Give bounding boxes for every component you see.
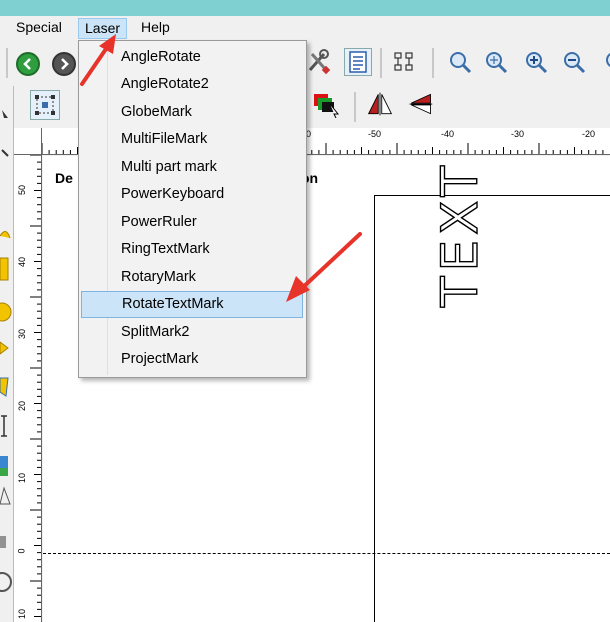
laser-menu-dropdown: AngleRotate AngleRotate2 GlobeMark Multi… bbox=[78, 40, 307, 378]
menu-item-rotarymark[interactable]: RotaryMark bbox=[81, 264, 303, 291]
hatch-tool-icon[interactable] bbox=[0, 536, 6, 548]
wrench-screwdriver-icon bbox=[308, 49, 331, 75]
zoom-out-icon bbox=[564, 52, 586, 74]
hruler-label: -40 bbox=[441, 129, 455, 139]
color-layer-button[interactable] bbox=[312, 90, 340, 118]
mirror-horizontal-button[interactable] bbox=[366, 90, 394, 118]
star-tool-icon[interactable] bbox=[0, 377, 9, 397]
window-title-strip bbox=[0, 0, 610, 16]
text-tool-icon[interactable] bbox=[1, 415, 7, 437]
vruler-label: 0 bbox=[16, 548, 27, 554]
hruler-label: -20 bbox=[582, 129, 596, 139]
back-button[interactable] bbox=[14, 50, 42, 78]
timer-tool-icon[interactable] bbox=[0, 572, 12, 592]
menu-item-splitmark2[interactable]: SplitMark2 bbox=[81, 319, 303, 346]
image-tool-icon[interactable] bbox=[0, 456, 8, 476]
menu-item-rotatetextmark[interactable]: RotateTextMark bbox=[81, 291, 303, 318]
menu-item-multifilemark[interactable]: MultiFileMark bbox=[81, 126, 303, 153]
vruler-label: 10 bbox=[17, 608, 28, 620]
vruler-label: 10 bbox=[17, 472, 28, 484]
arrow-left-icon bbox=[16, 52, 40, 76]
pointer-tool-icon[interactable] bbox=[2, 110, 8, 118]
polygon-tool-icon[interactable] bbox=[0, 341, 9, 355]
menu-item-projectmark[interactable]: ProjectMark bbox=[81, 346, 303, 373]
magnifier-partial-icon bbox=[606, 53, 610, 67]
zoom-fit-icon bbox=[486, 52, 508, 74]
rectangle-tool-icon[interactable] bbox=[0, 257, 9, 281]
hruler-label: -50 bbox=[368, 129, 382, 139]
work-area-rectangle[interactable] bbox=[374, 195, 610, 622]
list-view-button[interactable] bbox=[344, 48, 372, 76]
menu-help[interactable]: Help bbox=[135, 18, 176, 39]
zoom-button[interactable] bbox=[446, 48, 474, 76]
menu-item-globemark[interactable]: GlobeMark bbox=[81, 99, 303, 126]
toolbar-separator bbox=[354, 92, 356, 122]
hruler-label: -30 bbox=[511, 129, 525, 139]
toolbar-separator bbox=[6, 48, 8, 78]
vertical-ruler: 50 40 30 20 10 0 10 bbox=[14, 155, 42, 622]
tools-button[interactable] bbox=[304, 48, 332, 76]
node-tool-icon[interactable] bbox=[1, 149, 9, 157]
menu-special[interactable]: Special bbox=[10, 18, 68, 39]
curve-tool-icon[interactable] bbox=[0, 231, 11, 239]
menu-item-multi-part-mark[interactable]: Multi part mark bbox=[81, 154, 303, 181]
hierarchy-icon bbox=[394, 52, 413, 71]
menu-item-powerkeyboard[interactable]: PowerKeyboard bbox=[81, 181, 303, 208]
annotation-arrow-to-laser-menu bbox=[80, 34, 116, 86]
layer-color-icon bbox=[314, 94, 340, 118]
toolbar-separator bbox=[432, 48, 434, 78]
ruler-corner bbox=[14, 128, 42, 155]
circle-tool-icon[interactable] bbox=[0, 302, 12, 322]
zoom-fit-button[interactable] bbox=[482, 48, 510, 76]
toolbar-separator bbox=[380, 48, 382, 78]
center-guide-line bbox=[43, 553, 610, 554]
vruler-label: 30 bbox=[17, 328, 28, 340]
barcode-tool-icon[interactable] bbox=[0, 486, 11, 505]
select-group-button[interactable] bbox=[30, 90, 60, 120]
zoom-out-button[interactable] bbox=[560, 48, 588, 76]
vruler-label: 20 bbox=[17, 400, 28, 412]
zoom-in-button[interactable] bbox=[522, 48, 550, 76]
mirror-horizontal-icon bbox=[367, 92, 393, 116]
magnifier-icon bbox=[450, 52, 472, 74]
zoom-extra-button[interactable] bbox=[596, 48, 610, 76]
annotation-arrow-to-rotatetextmark bbox=[286, 232, 362, 302]
document-list-icon bbox=[349, 51, 367, 73]
selection-box-icon bbox=[35, 95, 55, 115]
vruler-label: 50 bbox=[17, 184, 28, 196]
mirror-vertical-icon bbox=[409, 93, 433, 115]
document-title-start: De bbox=[55, 170, 73, 186]
menu-item-ringtextmark[interactable]: RingTextMark bbox=[81, 236, 303, 263]
tree-button[interactable] bbox=[390, 48, 418, 76]
menu-item-powerruler[interactable]: PowerRuler bbox=[81, 209, 303, 236]
mirror-vertical-button[interactable] bbox=[406, 90, 434, 118]
vruler-label: 40 bbox=[17, 256, 28, 268]
left-toolbox bbox=[0, 86, 14, 622]
zoom-in-icon bbox=[526, 52, 548, 74]
text-object[interactable]: TEXT bbox=[431, 156, 491, 311]
svg-text:TEXT: TEXT bbox=[431, 161, 489, 308]
